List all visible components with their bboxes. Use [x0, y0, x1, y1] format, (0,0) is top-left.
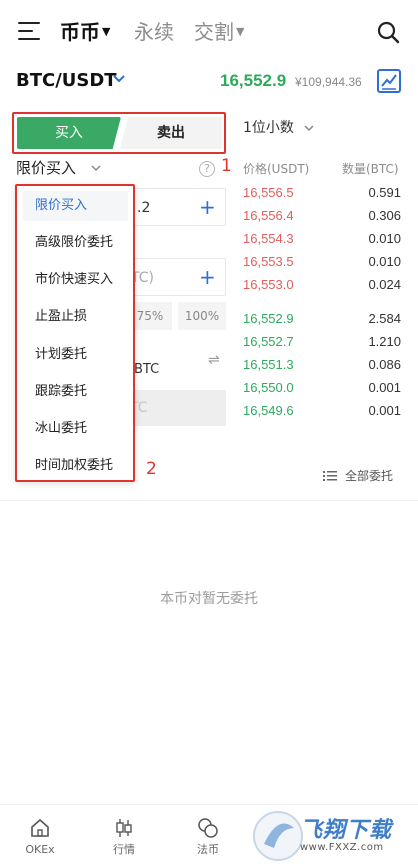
order-type-select[interactable]: 限价买入: [16, 157, 76, 179]
dropdown-item-iceberg-order[interactable]: 冰山委托: [23, 414, 128, 444]
annotation-marker-2: 2: [146, 459, 157, 479]
plus-icon[interactable]: +: [199, 267, 216, 287]
available-balance: BTC: [134, 362, 160, 377]
swap-icon[interactable]: ⇌: [208, 352, 220, 368]
coins-icon: [198, 818, 218, 838]
orderbook-price-header: 价格(USDT): [243, 162, 310, 176]
fiat-price: ¥109,944.36: [295, 75, 362, 89]
amount-input[interactable]: TC) +: [128, 258, 226, 296]
percent-100-button[interactable]: 100%: [178, 302, 226, 330]
ask-row[interactable]: 16,556.5 0.591: [243, 183, 401, 203]
pair-symbol[interactable]: BTC/USDT: [16, 68, 117, 94]
bottom-nav-home[interactable]: OKEx: [10, 817, 70, 858]
menu-icon[interactable]: [18, 22, 40, 40]
candlestick-icon: [116, 819, 132, 837]
ask-row[interactable]: 16,554.3 0.010: [243, 229, 401, 249]
watermark-url: www.FXXZ.com: [300, 842, 384, 853]
watermark-text: 飞翔下载: [300, 818, 393, 843]
ask-row[interactable]: 16,553.5 0.010: [243, 252, 401, 272]
dropdown-item-advanced-limit[interactable]: 高级限价委托: [23, 228, 128, 258]
bid-row[interactable]: 16,550.0 0.001: [243, 378, 401, 398]
dropdown-item-twap-order[interactable]: 时间加权委托: [23, 451, 128, 481]
sell-tab[interactable]: 卖出: [120, 117, 222, 149]
submit-button[interactable]: TC: [128, 390, 226, 426]
search-icon[interactable]: [376, 20, 400, 44]
bottom-nav-fiat[interactable]: 法币: [178, 817, 238, 858]
caret-down-icon: ▼: [236, 24, 245, 38]
tab-spot[interactable]: 币币 ▼: [60, 18, 110, 48]
bid-row[interactable]: 16,552.7 1.210: [243, 332, 401, 352]
divider: [0, 500, 418, 501]
bid-row[interactable]: 16,551.3 0.086: [243, 355, 401, 375]
chevron-down-icon[interactable]: [90, 162, 102, 174]
order-type-dropdown: 限价买入 高级限价委托 市价快速买入 止盈止损 计划委托 跟踪委托 冰山委托 时…: [15, 184, 135, 482]
plus-icon[interactable]: +: [199, 197, 216, 217]
dropdown-item-plan-order[interactable]: 计划委托: [23, 340, 128, 370]
bid-row[interactable]: 16,552.9 2.584: [243, 309, 401, 329]
dropdown-item-stop-profit-loss[interactable]: 止盈止损: [23, 302, 128, 332]
dropdown-item-trailing-order[interactable]: 跟踪委托: [23, 377, 128, 407]
list-icon[interactable]: [323, 470, 337, 482]
last-price: 16,552.9: [220, 71, 287, 90]
precision-select[interactable]: 1位小数: [243, 117, 294, 139]
all-orders-link[interactable]: 全部委托: [345, 466, 393, 486]
annotation-marker-1: 1: [221, 156, 232, 176]
ask-row[interactable]: 16,553.0 0.024: [243, 275, 401, 295]
empty-orders-text: 本币对暂无委托: [160, 591, 258, 607]
home-icon: [31, 818, 49, 837]
dropdown-item-market-buy[interactable]: 市价快速买入: [23, 265, 128, 295]
tab-perpetual[interactable]: 永续: [134, 18, 174, 46]
help-icon[interactable]: ?: [199, 161, 215, 177]
price-input[interactable]: .2 +: [128, 188, 226, 226]
dropdown-item-limit-buy[interactable]: 限价买入: [23, 191, 128, 221]
buy-tab[interactable]: 买入: [17, 117, 121, 149]
orderbook-qty-header: 数量(BTC): [342, 162, 399, 176]
chevron-down-icon[interactable]: [112, 72, 126, 86]
chevron-down-icon[interactable]: [303, 122, 315, 134]
bottom-nav-market[interactable]: 行情: [94, 817, 154, 858]
ask-row[interactable]: 16,556.4 0.306: [243, 206, 401, 226]
tab-futures[interactable]: 交割 ▼: [194, 18, 244, 48]
caret-down-icon: ▼: [102, 24, 111, 38]
chart-icon[interactable]: [377, 69, 401, 93]
bid-row[interactable]: 16,549.6 0.001: [243, 401, 401, 421]
